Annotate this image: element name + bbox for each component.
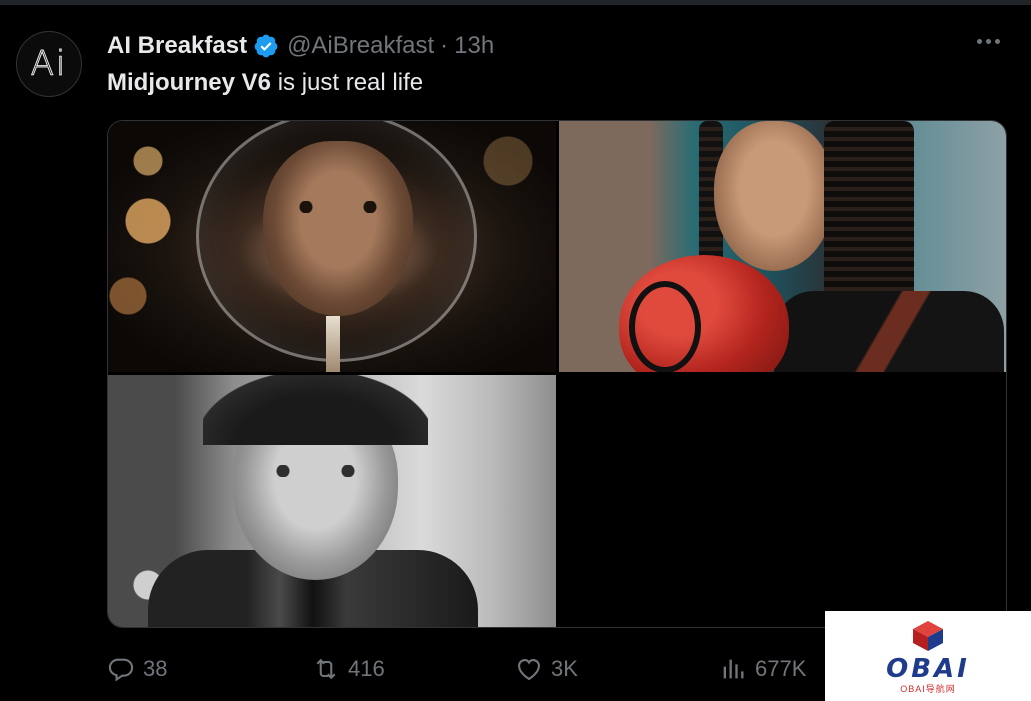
author-handle[interactable]: @AiBreakfast — [287, 32, 434, 60]
like-count: 3K — [551, 656, 578, 681]
obai-title: OBAI — [886, 654, 970, 684]
reply-button[interactable]: 38 — [107, 655, 167, 683]
verified-badge-icon — [254, 34, 278, 58]
media-image-man-through-wine-glass[interactable] — [108, 121, 556, 372]
retweet-count: 416 — [348, 656, 385, 681]
image-eyes — [268, 465, 363, 477]
tweet-card[interactable]: Ai AI Breakfast @AiBreakfast · 13h Midjo… — [0, 5, 1031, 701]
views-count: 677K — [755, 656, 807, 681]
image-jacket — [774, 291, 1004, 372]
obai-logo-icon — [913, 621, 943, 651]
retweet-icon — [316, 658, 336, 680]
retweet-button[interactable]: 416 — [312, 655, 385, 683]
more-icon[interactable] — [977, 39, 1000, 44]
image-face — [714, 121, 834, 271]
media-image-woman-boxer[interactable] — [559, 121, 1006, 372]
author-name[interactable]: AI Breakfast — [107, 32, 247, 60]
views-button[interactable]: 677K — [719, 655, 806, 683]
tweet-text-bold: Midjourney V6 — [107, 69, 272, 96]
views-icon — [723, 659, 744, 679]
tweet-text: Midjourney V6 is just real life — [107, 69, 423, 97]
obai-subtitle: OBAI导航网 — [900, 684, 956, 694]
obai-watermark: OBAI OBAI导航网 — [825, 611, 1031, 701]
reply-icon — [108, 658, 134, 682]
reply-count: 38 — [143, 656, 168, 681]
like-button[interactable]: 3K — [515, 655, 578, 683]
media-image-bw-portrait[interactable] — [108, 375, 556, 627]
like-icon — [518, 658, 540, 681]
tweet-text-rest: is just real life — [271, 69, 424, 96]
tweet-actions: 38 416 3K 677K — [107, 655, 827, 689]
image-glove-logo — [629, 281, 701, 372]
media-grid — [107, 120, 1007, 628]
image-glass-stem — [326, 316, 340, 372]
tweet-time[interactable]: 13h — [454, 32, 494, 60]
tweet-header: AI Breakfast @AiBreakfast · 13h — [107, 31, 494, 61]
avatar-text: Ai — [30, 44, 68, 85]
image-hair — [203, 375, 428, 445]
separator-dot: · — [440, 32, 449, 59]
avatar[interactable]: Ai — [16, 31, 82, 97]
